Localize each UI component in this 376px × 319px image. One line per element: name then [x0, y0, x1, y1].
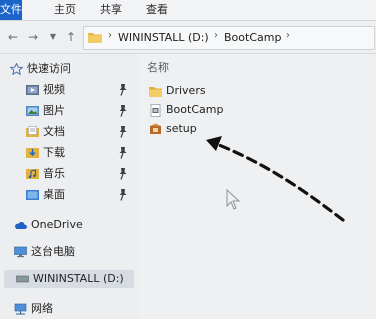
forward-icon[interactable]: →: [26, 29, 40, 45]
nav-onedrive-label: OneDrive: [31, 218, 83, 231]
pin-icon[interactable]: [118, 168, 128, 180]
nav-quick-access-label: 快速访问: [27, 62, 71, 75]
folder-icon: [88, 33, 102, 43]
ribbon-bar: 文件 主页 共享 查看: [0, 0, 376, 21]
nav-desktop-label: 桌面: [43, 188, 65, 201]
recent-locations-chevron-icon[interactable]: ▼: [46, 29, 60, 45]
nav-documents[interactable]: 文档: [26, 123, 126, 141]
nav-downloads[interactable]: 下载: [26, 144, 126, 162]
nav-videos[interactable]: 视频: [26, 81, 126, 99]
pin-icon[interactable]: [118, 147, 128, 159]
nav-quick-access[interactable]: 快速访问: [10, 60, 130, 78]
nav-documents-label: 文档: [43, 125, 65, 138]
nav-pictures-label: 图片: [43, 104, 65, 117]
nav-pictures[interactable]: 图片: [26, 102, 126, 120]
pin-icon[interactable]: [118, 84, 128, 96]
computer-icon: [14, 246, 27, 258]
nav-downloads-label: 下载: [43, 146, 65, 159]
downloads-folder-icon: [26, 148, 39, 158]
tab-share[interactable]: 共享: [96, 0, 126, 20]
pin-icon[interactable]: [118, 126, 128, 138]
documents-folder-icon: [26, 126, 39, 137]
nav-drive-d-label: WININSTALL (D:): [33, 272, 124, 285]
navigation-bar: ← → ▼ ↑ › WININSTALL (D:) › BootCamp ›: [0, 21, 376, 54]
installer-package-icon: [150, 104, 161, 117]
pictures-folder-icon: [26, 106, 39, 116]
nav-drive-d[interactable]: WININSTALL (D:): [4, 270, 134, 288]
folder-icon: [149, 87, 162, 97]
nav-this-pc[interactable]: 这台电脑: [14, 243, 124, 261]
breadcrumb-bootcamp[interactable]: BootCamp: [224, 31, 281, 44]
drive-icon: [16, 275, 29, 283]
nav-network-label: 网络: [31, 302, 53, 315]
nav-this-pc-label: 这台电脑: [31, 245, 75, 258]
back-icon[interactable]: ←: [6, 29, 20, 45]
pin-icon[interactable]: [118, 105, 128, 117]
cloud-icon: [15, 222, 27, 229]
nav-desktop[interactable]: 桌面: [26, 186, 126, 204]
breadcrumb-separator-icon[interactable]: ›: [214, 30, 218, 41]
breadcrumb-separator-icon[interactable]: ›: [108, 30, 112, 41]
tab-home[interactable]: 主页: [50, 0, 80, 20]
file-row-drivers[interactable]: Drivers: [149, 82, 269, 100]
nav-network[interactable]: 网络: [14, 300, 124, 318]
file-list-pane: 名称 Drivers BootCamp setup: [138, 54, 376, 319]
address-bar[interactable]: › WININSTALL (D:) › BootCamp ›: [83, 26, 375, 50]
navigation-pane: 快速访问 视频 图片 文档 下载 音乐 桌面 OneDrive 这台电脑 WIN…: [0, 54, 138, 319]
network-icon: [14, 303, 27, 315]
file-name: setup: [166, 122, 197, 135]
setup-app-icon: [150, 123, 161, 134]
file-name: BootCamp: [166, 103, 224, 116]
nav-music[interactable]: 音乐: [26, 165, 126, 183]
music-folder-icon: [26, 169, 39, 179]
file-row-setup[interactable]: setup: [149, 120, 269, 138]
pin-icon[interactable]: [118, 189, 128, 201]
star-icon: [10, 63, 23, 75]
nav-videos-label: 视频: [43, 83, 65, 96]
file-name: Drivers: [166, 84, 206, 97]
desktop-folder-icon: [26, 190, 39, 200]
tab-file[interactable]: 文件: [0, 0, 22, 20]
file-row-bootcamp[interactable]: BootCamp: [149, 101, 269, 119]
video-folder-icon: [26, 85, 39, 95]
up-arrow-icon[interactable]: ↑: [64, 29, 78, 45]
breadcrumb-drive[interactable]: WININSTALL (D:): [118, 31, 209, 44]
column-header-name[interactable]: 名称: [147, 59, 169, 75]
nav-onedrive[interactable]: OneDrive: [14, 216, 124, 234]
tab-view[interactable]: 查看: [142, 0, 172, 20]
breadcrumb-separator-icon[interactable]: ›: [286, 30, 290, 41]
nav-music-label: 音乐: [43, 167, 65, 180]
